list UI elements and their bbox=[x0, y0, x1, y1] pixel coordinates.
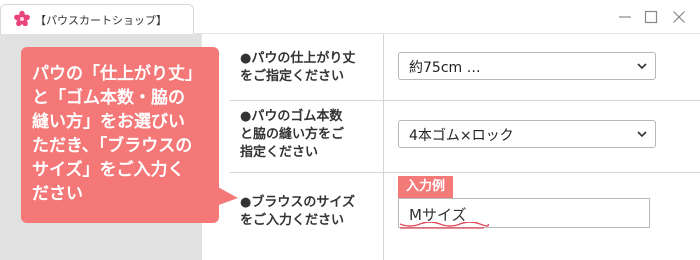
maximize-icon bbox=[644, 10, 658, 24]
row-divider bbox=[230, 100, 700, 101]
instruction-callout: パウの「仕上がり丈」 と「ゴム本数・脇の 縫い方」をお選びい ただき、「ブラウス… bbox=[22, 48, 218, 222]
minimize-icon bbox=[619, 16, 631, 18]
chevron-down-icon bbox=[637, 63, 647, 70]
minimize-button[interactable] bbox=[614, 6, 636, 28]
tab-title: 【パウスカートショップ】 bbox=[35, 14, 167, 27]
form-column-divider bbox=[383, 34, 384, 260]
maximize-button[interactable] bbox=[640, 6, 662, 28]
title-bar: 【パウスカートショップ】 bbox=[0, 0, 700, 34]
close-icon bbox=[673, 11, 685, 23]
elastic-seam-select[interactable]: 4本ゴム×ロック bbox=[398, 120, 656, 148]
wavy-underline bbox=[399, 222, 490, 229]
length-label: ●パウの仕上がり丈 をご指定ください bbox=[240, 51, 356, 84]
close-button[interactable] bbox=[668, 6, 690, 28]
callout-pointer bbox=[216, 186, 238, 206]
callout-text: パウの「仕上がり丈」 と「ゴム本数・脇の 縫い方」をお選びい ただき、「ブラウス… bbox=[32, 64, 202, 204]
length-select[interactable]: 約75cm … bbox=[398, 52, 656, 80]
elastic-seam-select-value: 4本ゴム×ロック bbox=[409, 128, 514, 144]
example-badge: 入力例 bbox=[398, 176, 454, 198]
flower-logo-icon bbox=[14, 10, 30, 27]
row-divider bbox=[230, 172, 700, 173]
elastic-seam-label: ●パウのゴム本数 と脇の縫い方をご 指定ください bbox=[240, 109, 345, 160]
browser-tab[interactable]: 【パウスカートショップ】 bbox=[0, 4, 194, 34]
chevron-down-icon bbox=[637, 131, 647, 138]
order-form: ●パウの仕上がり丈 をご指定ください 約75cm … ●パウのゴム本数 と脇の縫… bbox=[202, 34, 700, 260]
length-select-value: 約75cm … bbox=[409, 60, 481, 76]
blouse-size-label: ●ブラウスのサイズ をご入力ください bbox=[240, 195, 355, 228]
